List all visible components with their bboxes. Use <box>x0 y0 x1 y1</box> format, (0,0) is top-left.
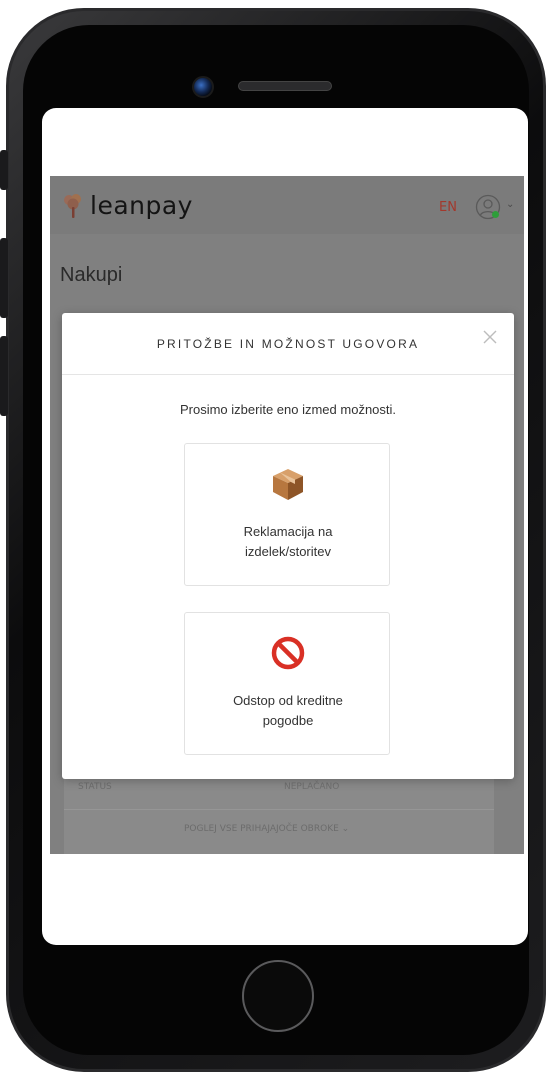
option-label: Odstop od kreditne pogodbe <box>233 693 343 728</box>
mute-switch <box>0 150 8 190</box>
language-switch[interactable]: EN <box>439 200 457 215</box>
view-all-installments-link[interactable]: POGLEJ VSE PRIHAJAJOČE OBROKE ⌄ <box>184 824 349 834</box>
modal-header: PRITOŽBE IN MOŽNOST UGOVORA <box>62 313 514 375</box>
modal-title: PRITOŽBE IN MOŽNOST UGOVORA <box>156 337 420 351</box>
prohibited-icon <box>271 636 305 670</box>
front-camera <box>192 76 214 98</box>
page-title: Nakupi <box>60 264 123 286</box>
option-product-complaint[interactable]: Reklamacija na izdelek/storitev <box>184 443 390 586</box>
user-account-icon[interactable] <box>475 194 501 220</box>
option-label: Reklamacija na izdelek/storitev <box>243 524 333 559</box>
package-icon <box>273 469 303 500</box>
app-header: leanpay EN ⌄ <box>50 176 524 234</box>
volume-down-button <box>0 336 8 416</box>
earpiece-speaker <box>238 81 332 91</box>
option-withdraw-contract[interactable]: Odstop od kreditne pogodbe <box>184 612 390 755</box>
status-value: NEPLAČANO <box>284 782 340 792</box>
close-icon[interactable] <box>482 329 498 345</box>
leanpay-logo[interactable]: leanpay <box>60 191 193 220</box>
volume-up-button <box>0 238 8 318</box>
logo-text: leanpay <box>90 191 193 220</box>
card-divider <box>64 809 494 810</box>
purchase-card: STATUS NEPLAČANO POGLEJ VSE PRIHAJAJOČE … <box>64 771 494 854</box>
logo-tree-icon <box>64 193 81 218</box>
complaints-modal: PRITOŽBE IN MOŽNOST UGOVORA Prosimo izbe… <box>62 313 514 779</box>
status-label: STATUS <box>78 782 112 792</box>
modal-subtitle: Prosimo izberite eno izmed možnosti. <box>179 402 397 417</box>
chevron-down-icon[interactable]: ⌄ <box>506 199 514 210</box>
home-button[interactable] <box>242 960 314 1032</box>
